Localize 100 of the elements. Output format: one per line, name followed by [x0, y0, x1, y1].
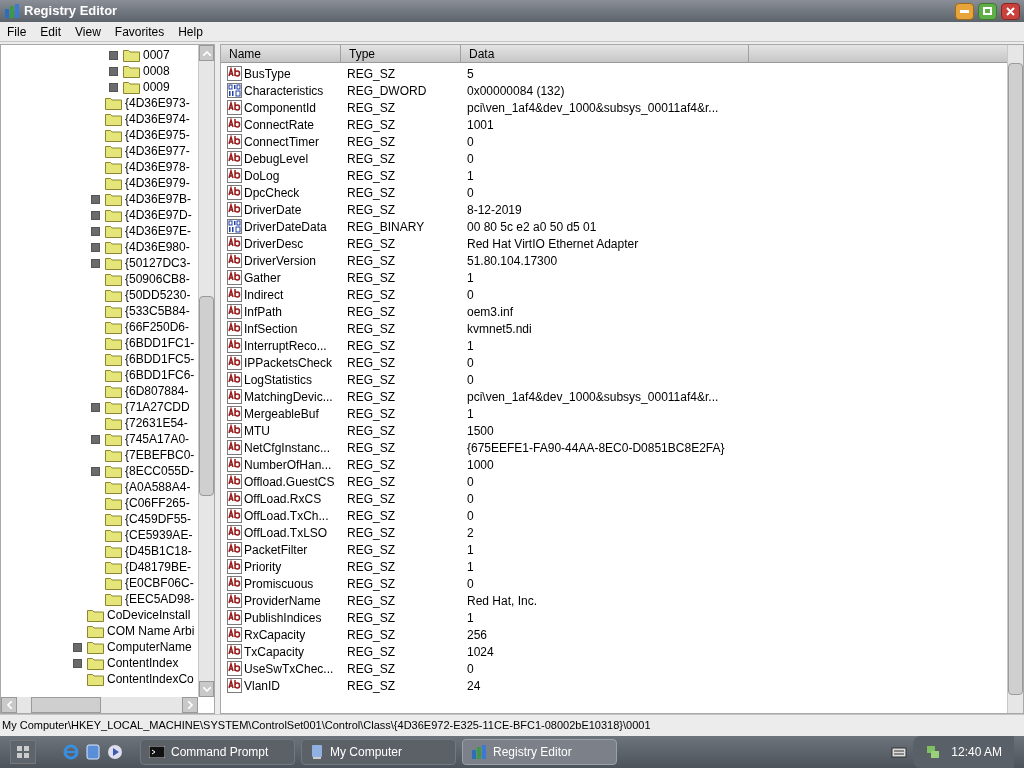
value-name[interactable]: RxCapacity [244, 625, 306, 644]
tree-item[interactable]: {4D36E980- [125, 238, 190, 256]
tree-item[interactable]: {4D36E978- [125, 158, 190, 176]
value-name[interactable]: Promiscuous [244, 574, 314, 593]
tree-item[interactable]: 0009 [143, 78, 170, 96]
menu-item[interactable]: View [68, 22, 108, 41]
value-name[interactable]: UseSwTxChec... [244, 659, 334, 678]
value-name[interactable]: NumberOfHan... [244, 455, 332, 474]
tree-item[interactable]: {4D36E97D- [125, 206, 192, 224]
value-name[interactable]: Gather [244, 268, 281, 287]
value-name[interactable]: Indirect [244, 285, 284, 304]
tree-item[interactable]: {E0CBF06C- [125, 574, 194, 592]
expand-box[interactable] [91, 466, 100, 476]
value-name[interactable]: Characteristics [244, 81, 324, 100]
value-name[interactable]: DriverDateData [244, 217, 327, 236]
value-name[interactable]: OffLoad.RxCS [244, 489, 322, 508]
tree-item[interactable]: {72631E54- [125, 414, 188, 432]
tree-item[interactable]: {4D36E977- [125, 142, 190, 160]
value-name[interactable]: ComponentId [244, 98, 317, 117]
tree-item[interactable]: ContentIndexCo [107, 670, 194, 688]
value-name[interactable]: DriverVersion [244, 251, 317, 270]
value-name[interactable]: VlanID [244, 676, 281, 695]
tree-item[interactable]: {4D36E975- [125, 126, 190, 144]
taskbar-button[interactable]: My Computer [301, 739, 456, 765]
value-name[interactable]: DpcCheck [244, 183, 300, 202]
tree-item[interactable]: ComputerName [107, 638, 192, 656]
media-player-icon[interactable] [106, 743, 124, 761]
network-icon[interactable] [925, 744, 942, 760]
expand-box[interactable] [91, 434, 100, 444]
expand-box[interactable] [109, 66, 118, 76]
expand-box[interactable] [91, 194, 100, 204]
vertical-scrollbar[interactable] [1007, 45, 1023, 713]
expand-box[interactable] [109, 82, 118, 92]
menu-item[interactable]: Edit [33, 22, 69, 41]
tree-item[interactable]: {6BDD1FC1- [125, 334, 195, 352]
tree-item[interactable]: ContentIndex [107, 654, 179, 672]
tree-item[interactable]: {C459DF55- [125, 510, 192, 528]
value-name[interactable]: DoLog [244, 166, 280, 185]
value-name[interactable]: PublishIndices [244, 608, 322, 627]
minimize-button[interactable] [955, 2, 974, 20]
expand-box[interactable] [91, 258, 100, 268]
value-name[interactable]: OffLoad.TxLSO [244, 523, 328, 542]
value-name[interactable]: DebugLevel [244, 149, 309, 168]
taskbar-button[interactable]: Command Prompt [140, 739, 295, 765]
tree-item[interactable]: 0008 [143, 62, 170, 80]
expand-box[interactable] [91, 210, 100, 220]
close-button[interactable] [1001, 2, 1020, 20]
value-name[interactable]: Priority [244, 557, 282, 576]
value-name[interactable]: DriverDesc [244, 234, 304, 253]
keyboard-icon[interactable] [891, 745, 908, 759]
tree-item[interactable]: {4D36E974- [125, 110, 190, 128]
document-icon[interactable] [84, 743, 102, 761]
value-name[interactable]: InfPath [244, 302, 283, 321]
maximize-button[interactable] [978, 2, 997, 20]
expand-box[interactable] [73, 658, 82, 668]
taskbar-button[interactable]: Registry Editor [462, 739, 617, 765]
value-name[interactable]: MergeableBuf [244, 404, 319, 423]
tree-item[interactable]: {7EBEFBC0- [125, 446, 195, 464]
menu-item[interactable]: Help [171, 22, 210, 41]
menu-item[interactable]: File [0, 22, 34, 41]
value-name[interactable]: DriverDate [244, 200, 302, 219]
value-name[interactable]: ConnectRate [244, 115, 315, 134]
column-header[interactable]: Name [221, 45, 341, 62]
tree-item[interactable]: {EEC5AD98- [125, 590, 195, 608]
tree-item[interactable]: COM Name Arbi [107, 622, 195, 640]
tree-item[interactable]: {4D36E97E- [125, 222, 192, 240]
tree-item[interactable]: {C06FF265- [125, 494, 190, 512]
expand-box[interactable] [109, 50, 118, 60]
tree-item[interactable]: 0007 [143, 46, 170, 64]
expand-box[interactable] [91, 402, 100, 412]
value-name[interactable]: ConnectTimer [244, 132, 319, 151]
tree-item[interactable]: {533C5B84- [125, 302, 190, 320]
tree-item[interactable]: {D48179BE- [125, 558, 192, 576]
value-name[interactable]: Offload.GuestCS [244, 472, 335, 491]
value-name[interactable]: ProviderName [244, 591, 321, 610]
tree-item[interactable]: {4D36E973- [125, 94, 190, 112]
tree-item[interactable]: {D45B1C18- [125, 542, 192, 560]
value-name[interactable]: InfSection [244, 319, 298, 338]
value-name[interactable]: TxCapacity [244, 642, 305, 661]
tree-item[interactable]: {50DD5230- [125, 286, 191, 304]
start-button[interactable] [10, 740, 36, 764]
tree-item[interactable]: {8ECC055D- [125, 462, 194, 480]
expand-box[interactable] [73, 642, 82, 652]
value-name[interactable]: PacketFilter [244, 540, 308, 559]
tree-item[interactable]: {6BDD1FC6- [125, 366, 195, 384]
tree-item[interactable]: {6BDD1FC5- [125, 350, 195, 368]
tree-item[interactable]: CoDeviceInstall [107, 606, 191, 624]
expand-box[interactable] [91, 226, 100, 236]
column-header[interactable]: Data [461, 45, 749, 62]
close-icon[interactable] [1006, 6, 1015, 16]
expand-box[interactable] [91, 242, 100, 252]
tree-item[interactable]: {50127DC3- [125, 254, 191, 272]
tree-item[interactable]: {4D36E979- [125, 174, 190, 192]
tree-item[interactable]: {6D807884- [125, 382, 189, 400]
value-name[interactable]: LogStatistics [244, 370, 313, 389]
value-name[interactable]: InterruptReco... [244, 336, 327, 355]
tree-item[interactable]: {A0A588A4- [125, 478, 191, 496]
tree-item[interactable]: {745A17A0- [125, 430, 190, 448]
value-name[interactable]: NetCfgInstanc... [244, 438, 331, 457]
value-name[interactable]: OffLoad.TxCh... [244, 506, 329, 525]
